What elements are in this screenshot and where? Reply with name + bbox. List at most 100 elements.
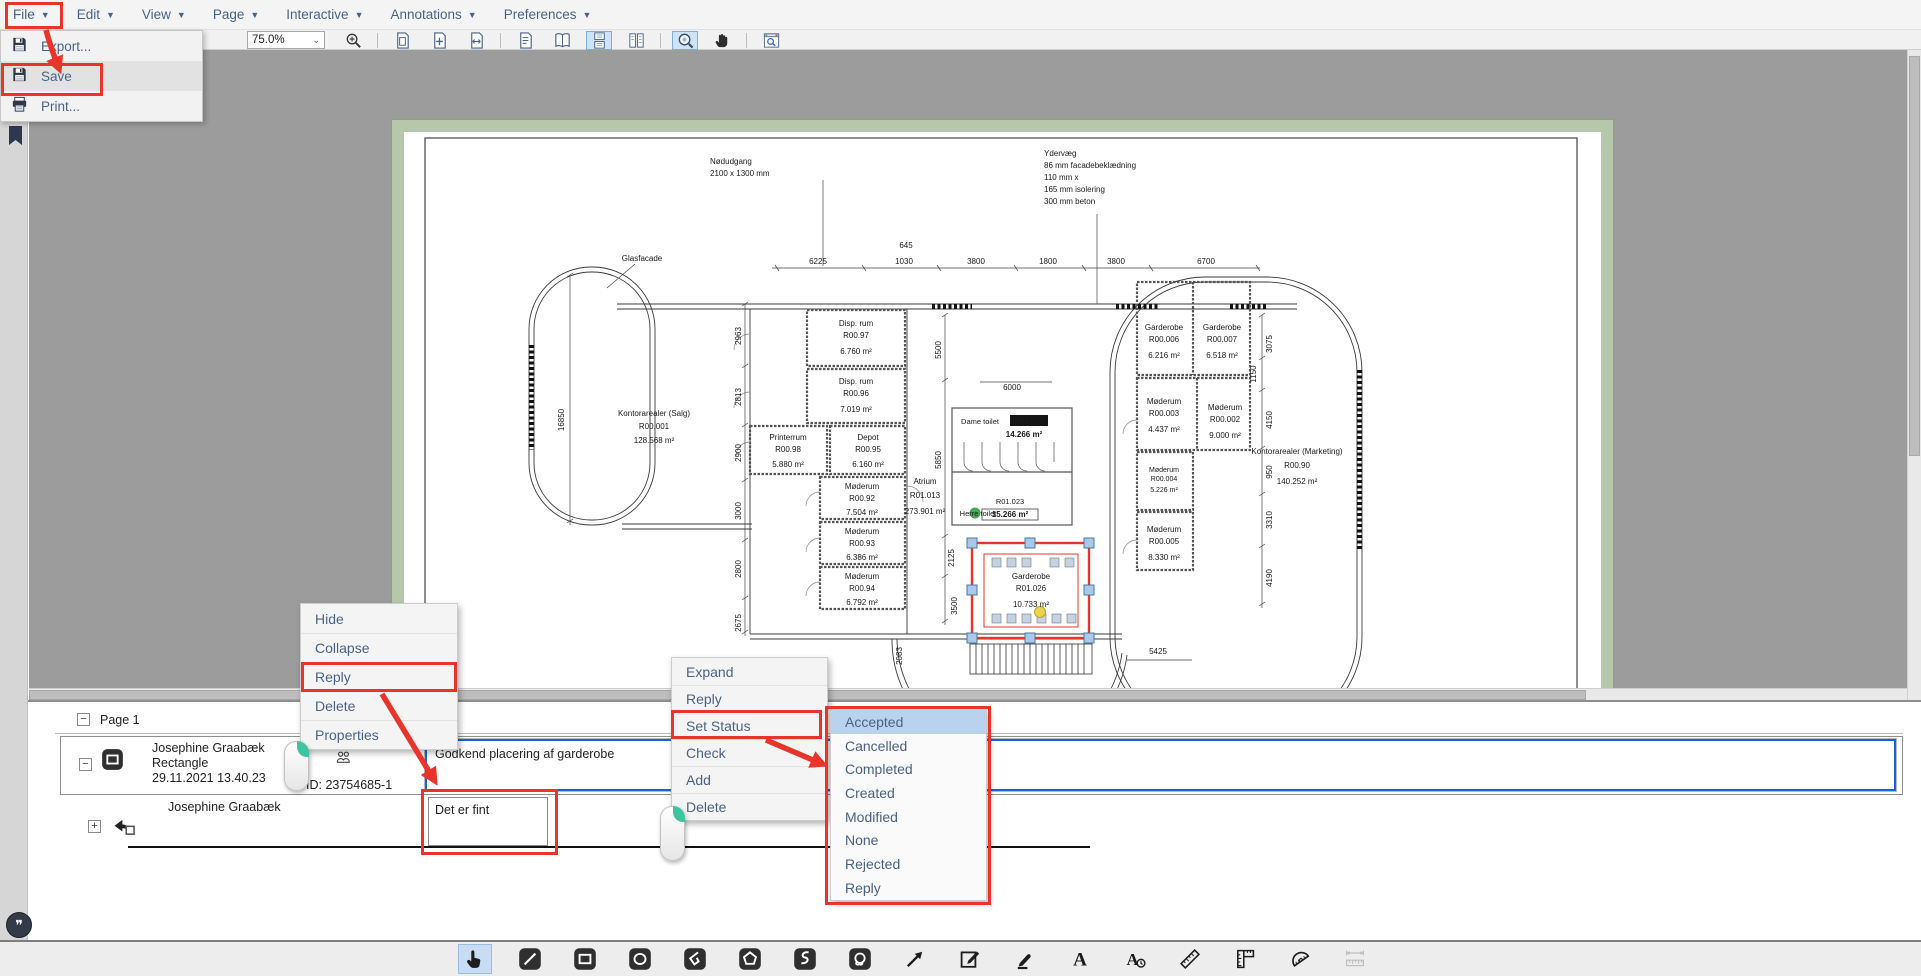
plan-label: 6.760 m² <box>840 347 872 356</box>
plan-label: R00.90 <box>1284 461 1310 470</box>
view-toolbar: 75.0% ⌄ <box>0 30 1921 50</box>
plan-label: Nødudgang <box>710 157 752 166</box>
plan-label: 165 mm isolering <box>1044 185 1105 194</box>
svg-text:A: A <box>1073 950 1087 971</box>
plan-label: 10.733 m² <box>1013 600 1049 609</box>
highlight-box-save <box>1 63 103 96</box>
plan-label: R00.003 <box>1149 409 1180 418</box>
chevron-down-icon: ▼ <box>250 10 259 20</box>
plan-label: Disp. rum <box>839 319 874 328</box>
bookmark-icon[interactable] <box>8 126 23 151</box>
plan-label: Kontorarealer (Salg) <box>618 409 690 418</box>
menu-preferences[interactable]: Preferences▼ <box>504 7 592 22</box>
context-menu-item[interactable]: Delete <box>301 691 457 720</box>
plan-label: R00.94 <box>849 584 875 593</box>
plan-label: 3500 <box>950 597 959 615</box>
text-tool-icon[interactable]: A <box>1063 944 1097 974</box>
collapse-annotation-button[interactable]: − <box>79 758 92 771</box>
toolbar-separator <box>746 33 747 48</box>
fit-width-icon[interactable] <box>463 31 489 50</box>
context-menu-item[interactable]: Expand <box>672 658 827 685</box>
plan-label: 2675 <box>734 614 743 632</box>
protractor-tool-icon[interactable] <box>1283 944 1317 974</box>
context-menu-item[interactable]: Hide <box>301 604 457 633</box>
annotation-comment-field[interactable]: Godkend placering af garderobe <box>425 739 1896 791</box>
marquee-zoom-icon[interactable] <box>672 31 698 50</box>
plan-label: R00.93 <box>849 539 875 548</box>
context-menu-item[interactable]: Collapse <box>301 633 457 662</box>
pdf-annotation-app: File▼Edit▼View▼Page▼Interactive▼Annotati… <box>0 0 1921 976</box>
comments-panel-icon[interactable]: ❞ <box>6 912 32 938</box>
plan-label: R00.006 <box>1149 335 1180 344</box>
plan-label: 2125 <box>947 549 956 567</box>
toolbar-separator <box>660 33 661 48</box>
ruler-tool-icon[interactable] <box>1173 944 1207 974</box>
select-tool-icon[interactable] <box>458 944 492 974</box>
text-edit-tool-icon[interactable]: A <box>1118 944 1152 974</box>
plan-label: 950 <box>1265 465 1274 479</box>
left-sidebar: ❞ <box>0 30 28 941</box>
zoom-level-select[interactable]: 75.0% ⌄ <box>247 31 325 49</box>
expand-reply-button[interactable]: + <box>88 820 101 833</box>
vertical-scrollbar-thumb[interactable] <box>1909 56 1920 456</box>
line-tool-icon[interactable] <box>513 944 547 974</box>
chevron-down-icon: ▼ <box>106 10 115 20</box>
plan-label: 5.226 m² <box>1150 487 1178 494</box>
chevron-down-icon: ⌄ <box>312 35 320 46</box>
zoom-in-icon[interactable] <box>340 31 366 50</box>
plan-label: Printerrum <box>769 433 807 442</box>
plan-label: 9.000 m² <box>1209 431 1241 440</box>
arrow-tool-icon[interactable] <box>898 944 932 974</box>
plan-label: R01.022 <box>1015 416 1043 425</box>
two-page-view-icon[interactable] <box>549 31 575 50</box>
plan-label: 6.216 m² <box>1148 351 1180 360</box>
plan-label: 6.386 m² <box>846 553 878 562</box>
file-menu-export[interactable]: Export... <box>1 31 202 61</box>
fit-actual-size-icon[interactable] <box>426 31 452 50</box>
collapse-page-button[interactable]: − <box>77 713 90 726</box>
vertical-scrollbar[interactable] <box>1907 50 1921 700</box>
context-menu-item[interactable]: Add <box>672 766 827 793</box>
search-icon[interactable] <box>758 31 784 50</box>
single-page-view-icon[interactable] <box>512 31 538 50</box>
file-menu-item-icon <box>10 35 29 57</box>
corner-ruler-tool-icon[interactable] <box>1228 944 1262 974</box>
continuous-scroll-view-icon[interactable] <box>586 31 612 50</box>
plan-label: R01.023 <box>996 497 1024 506</box>
two-page-scroll-view-icon[interactable] <box>623 31 649 50</box>
plan-label: 3800 <box>1107 257 1125 266</box>
menu-edit[interactable]: Edit▼ <box>77 7 115 22</box>
plan-label: 5850 <box>934 451 943 469</box>
polygon-tool-icon[interactable] <box>733 944 767 974</box>
dimension-tool-icon[interactable] <box>1338 944 1372 974</box>
highlighter-tool-icon[interactable] <box>1008 944 1042 974</box>
menu-interactive[interactable]: Interactive▼ <box>286 7 363 22</box>
pan-tool-icon[interactable] <box>709 31 735 50</box>
plan-label: R00.004 <box>1151 476 1178 483</box>
plan-label: 2800 <box>734 560 743 578</box>
plan-label: Disp. rum <box>839 377 874 386</box>
freehand-tool-icon[interactable] <box>788 944 822 974</box>
context-menu-item[interactable]: Check <box>672 739 827 766</box>
rectangle-tool-icon[interactable] <box>568 944 602 974</box>
zoom-value: 75.0% <box>252 34 285 46</box>
plan-label: 5.880 m² <box>772 460 804 469</box>
fit-page-icon[interactable] <box>389 31 415 50</box>
plan-label: 6225 <box>809 257 827 266</box>
mouse-cursor-icon <box>660 806 685 861</box>
plan-label: Garderobe <box>1012 572 1051 581</box>
menu-annotations[interactable]: Annotations▼ <box>390 7 476 22</box>
context-menu-item[interactable]: Properties <box>301 720 457 749</box>
mouse-cursor-icon <box>284 741 309 791</box>
plan-label: R00.98 <box>775 445 801 454</box>
polyline-tool-icon[interactable] <box>678 944 712 974</box>
context-menu-item[interactable]: Delete <box>672 793 827 820</box>
plan-label: Møderum <box>845 572 880 581</box>
document-canvas[interactable]: Nødudgang2100 x 1300 mmYdervæg86 mm faca… <box>29 50 1907 688</box>
cloud-tool-icon[interactable] <box>843 944 877 974</box>
note-tool-icon[interactable] <box>953 944 987 974</box>
menu-page[interactable]: Page▼ <box>213 7 259 22</box>
ellipse-tool-icon[interactable] <box>623 944 657 974</box>
context-menu-item[interactable]: Reply <box>672 685 827 712</box>
menu-view[interactable]: View▼ <box>142 7 186 22</box>
